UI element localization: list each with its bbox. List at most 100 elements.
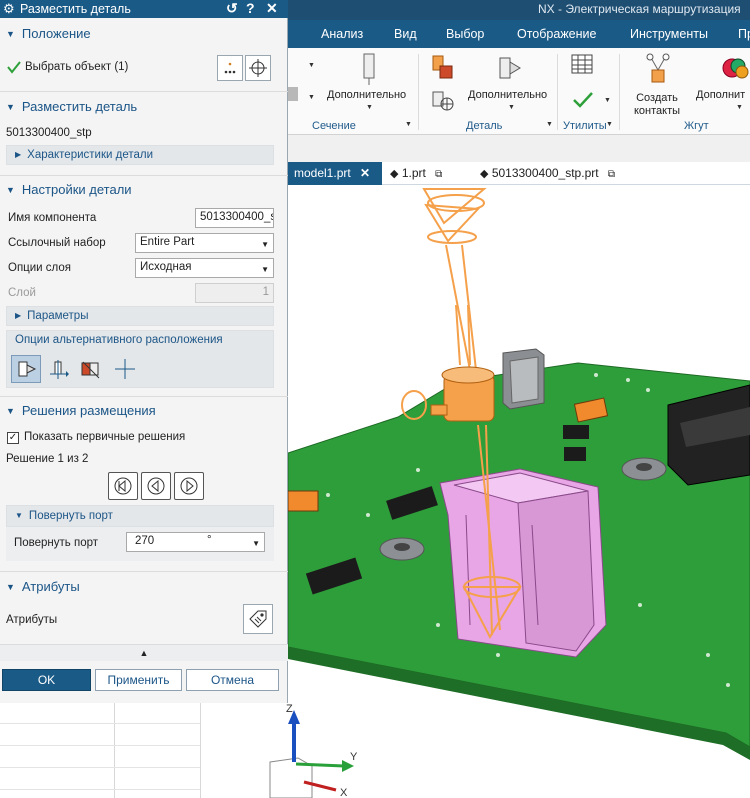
collapse-dialog-toggle[interactable]: ▲ (0, 645, 288, 661)
separator (619, 54, 620, 130)
lower-left-panel (0, 703, 288, 798)
app-title: NX - Электрическая маршрутизация (538, 2, 741, 16)
rotate-port-select[interactable]: 270 ° ▼ (126, 532, 265, 552)
layer-label: Слой (8, 287, 36, 299)
apply-button[interactable]: Применить (95, 669, 182, 691)
menu-display[interactable]: Отображение (517, 27, 596, 41)
rotate-port-header[interactable]: ▼ Повернуть порт (6, 505, 274, 527)
gear-icon: ⚙ (3, 1, 15, 16)
chevron-down-icon[interactable]: ▼ (604, 97, 611, 104)
section-title: Разместить деталь (21, 99, 138, 114)
section-more-icon[interactable] (360, 52, 378, 86)
flip-part-icon (81, 361, 100, 379)
section-position-header[interactable]: ▼ Положение (6, 26, 91, 41)
external-icon[interactable]: ⧉ (608, 169, 615, 180)
move-part-icon[interactable] (430, 88, 456, 114)
external-icon[interactable]: ⧉ (435, 169, 442, 180)
alt-placement-option-4[interactable] (111, 355, 139, 383)
collapse-triangle-icon: ▼ (6, 29, 15, 39)
section-place-part-header[interactable]: ▼ Разместить деталь (6, 99, 137, 114)
dialog-title: Разместить деталь (20, 2, 131, 16)
layer-options-label: Опции слоя (8, 262, 72, 274)
component-name-field[interactable]: 5013300400_s (195, 208, 274, 228)
chevron-down-icon: ▼ (261, 265, 269, 274)
previous-solution-button[interactable] (141, 472, 171, 500)
create-contacts-line1: Создать (636, 92, 678, 104)
dialog-titlebar[interactable]: ⚙ Разместить деталь ↺ ? ✕ (0, 0, 288, 18)
alt-placement-title: Опции альтернативного расположения (15, 334, 223, 346)
place-part-icon[interactable] (430, 54, 454, 82)
group-utilities: Утилиты (563, 120, 607, 132)
alt-placement-option-2[interactable] (45, 355, 73, 383)
tab-model1[interactable]: model1.prt ✕ (288, 162, 382, 185)
ok-button[interactable]: OK (2, 669, 91, 691)
collapse-triangle-icon: ▼ (15, 511, 23, 520)
part-more-icon[interactable] (495, 52, 523, 88)
tab-1-prt[interactable]: ◆ 1.prt ⧉ (384, 162, 448, 185)
close-icon[interactable]: ✕ (266, 0, 278, 17)
tab-label: 5013300400_stp.prt (491, 166, 599, 180)
menu-select[interactable]: Выбор (446, 27, 484, 41)
layer-options-select[interactable]: Исходная ▼ (135, 258, 274, 278)
alt-placement-option-3[interactable] (77, 355, 105, 383)
tab-5013300400-stp[interactable]: ◆ 5013300400_stp.prt ⧉ (474, 162, 621, 185)
chevron-down-icon[interactable]: ▼ (405, 121, 412, 128)
more-button-part[interactable]: Дополнительно (468, 89, 547, 102)
collapse-triangle-icon: ▼ (6, 582, 15, 592)
show-primary-label: Показать первичные решения (24, 431, 186, 443)
alt-placement-option-1[interactable] (11, 355, 41, 383)
section-part-settings-header[interactable]: ▼ Настройки детали (6, 182, 132, 197)
crosshair-icon (249, 59, 267, 77)
layer-field: 1 (195, 283, 274, 303)
chevron-down-icon: ▼ (261, 240, 269, 249)
axis-triad: Z Y X (269, 703, 358, 798)
menu-view[interactable]: Вид (394, 27, 417, 41)
more-button-section[interactable]: Дополнительно (327, 89, 406, 102)
chevron-down-icon[interactable]: ▼ (308, 62, 315, 69)
chevron-down-icon[interactable]: ▼ (308, 94, 315, 101)
menu-tools[interactable]: Инструменты (630, 27, 708, 41)
group-part: Деталь (466, 120, 503, 132)
parameters-header[interactable]: ▶ Параметры (6, 306, 274, 326)
chevron-down-icon[interactable]: ▼ (606, 121, 613, 128)
first-solution-button[interactable] (108, 472, 138, 500)
section-placement-solutions-header[interactable]: ▼ Решения размещения (6, 403, 156, 418)
reference-set-select[interactable]: Entire Part ▼ (135, 233, 274, 253)
crosshair-button[interactable] (245, 55, 271, 81)
menu-analysis[interactable]: Анализ (321, 27, 363, 41)
chevron-down-icon[interactable]: ▼ (736, 104, 743, 111)
part-characteristics-header[interactable]: ▶ Характеристики детали (6, 145, 274, 165)
partial-tool-icon[interactable] (288, 84, 302, 104)
chevron-down-icon[interactable]: ▼ (546, 121, 553, 128)
tab-bar: model1.prt ✕ ◆ 1.prt ⧉ ◆ 5013300400_stp.… (288, 162, 750, 185)
axis-y-label: Y (350, 751, 358, 763)
next-solution-button[interactable] (174, 472, 204, 500)
select-object-label[interactable]: Выбрать объект (1) (25, 61, 128, 73)
point-dialog-button[interactable] (217, 55, 243, 81)
help-icon[interactable]: ? (246, 0, 255, 16)
chip (564, 447, 586, 461)
harness-more-icon[interactable] (720, 54, 750, 84)
section-attributes-header[interactable]: ▼ Атрибуты (6, 579, 80, 594)
close-icon[interactable]: ✕ (360, 166, 370, 180)
create-contacts-button[interactable]: Создать контакты (634, 92, 680, 118)
create-contacts-icon[interactable] (644, 52, 672, 86)
collapse-triangle-icon: ▼ (6, 185, 15, 195)
part-file-icon: ◆ (480, 168, 489, 180)
toolbar-strip (288, 135, 750, 162)
table-icon[interactable] (571, 54, 593, 76)
cancel-button[interactable]: Отмена (186, 669, 279, 691)
attributes-label: Атрибуты (6, 614, 58, 626)
menu-more[interactable]: Пр (738, 27, 750, 41)
separator (418, 54, 419, 130)
chevron-down-icon[interactable]: ▼ (508, 104, 515, 111)
select-value: Исходная (140, 261, 192, 273)
show-primary-checkbox[interactable]: ✓ (7, 432, 19, 444)
attributes-button[interactable] (243, 604, 273, 634)
part-name-label: 5013300400_stp (6, 127, 92, 139)
chevron-down-icon[interactable]: ▼ (366, 104, 373, 111)
more-button-harness[interactable]: Дополнит (696, 89, 745, 102)
reset-icon[interactable]: ↺ (226, 0, 238, 17)
collapse-triangle-icon: ▼ (6, 406, 15, 416)
check-icon[interactable] (571, 90, 595, 110)
